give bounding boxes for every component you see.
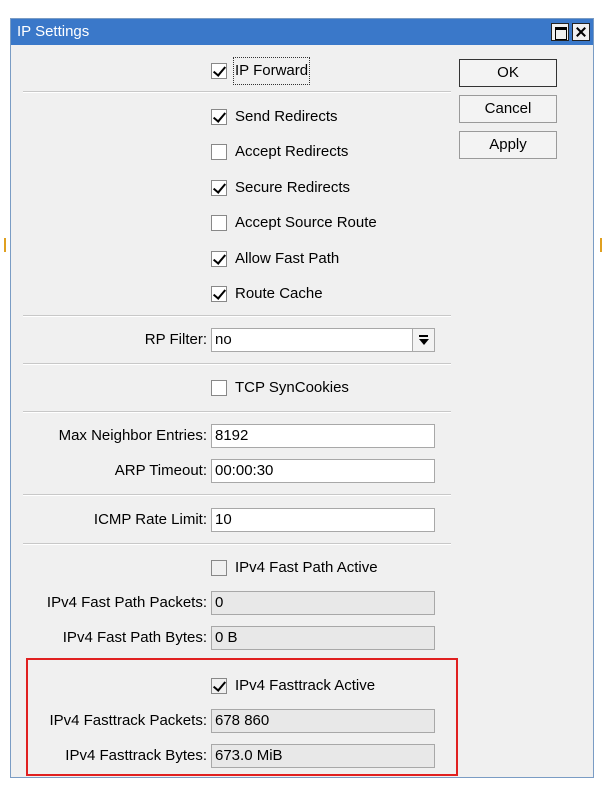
- separator: [23, 363, 451, 365]
- cancel-button[interactable]: Cancel: [459, 95, 557, 123]
- accept-source-route-checkbox[interactable]: [211, 215, 227, 231]
- ip-forward-label: IP Forward: [232, 57, 311, 85]
- rp-filter-value: no: [215, 331, 232, 348]
- allow-fast-path-checkbox[interactable]: [211, 251, 227, 267]
- route-cache-label: Route Cache: [235, 285, 323, 302]
- ipv4-fast-path-active-label: IPv4 Fast Path Active: [235, 559, 378, 576]
- ipv4-fast-path-bytes-row: IPv4 Fast Path Bytes:: [11, 626, 207, 650]
- separator: [23, 411, 451, 413]
- ipv4-fast-path-bytes-label: IPv4 Fast Path Bytes:: [62, 629, 207, 646]
- maximize-icon[interactable]: [551, 23, 569, 41]
- rp-filter-label: RP Filter:: [144, 331, 207, 348]
- max-neighbor-entries-input[interactable]: 8192: [211, 424, 435, 448]
- icmp-rate-limit-input[interactable]: 10: [211, 508, 435, 532]
- window-title: IP Settings: [17, 23, 90, 40]
- ipv4-fast-path-packets-value: 0: [211, 591, 435, 615]
- separator: [23, 91, 451, 93]
- ok-button[interactable]: OK: [459, 59, 557, 87]
- arp-timeout-label: ARP Timeout:: [114, 462, 207, 479]
- icmp-rate-limit-row: ICMP Rate Limit:: [11, 508, 207, 532]
- accept-source-route-label: Accept Source Route: [235, 214, 377, 231]
- rp-filter-row: RP Filter:: [11, 328, 207, 352]
- ipv4-fast-path-active-checkbox: [211, 560, 227, 576]
- allow-fast-path-label: Allow Fast Path: [235, 250, 340, 267]
- separator: [23, 494, 451, 496]
- tcp-syncookies-checkbox[interactable]: [211, 380, 227, 396]
- fasttrack-highlight-box: [26, 658, 458, 776]
- ipv4-fast-path-packets-row: IPv4 Fast Path Packets:: [11, 591, 207, 615]
- arp-timeout-input[interactable]: 00:00:30: [211, 459, 435, 483]
- separator: [23, 315, 451, 317]
- max-neighbor-entries-row: Max Neighbor Entries:: [11, 424, 207, 448]
- secure-redirects-label: Secure Redirects: [235, 179, 351, 196]
- arp-timeout-row: ARP Timeout:: [11, 459, 207, 483]
- accept-redirects-checkbox[interactable]: [211, 144, 227, 160]
- ipv4-fast-path-bytes-value: 0 B: [211, 626, 435, 650]
- window-titlebar[interactable]: IP Settings: [11, 19, 593, 45]
- separator: [23, 543, 451, 545]
- secure-redirects-checkbox[interactable]: [211, 180, 227, 196]
- edge-marker: [4, 238, 6, 252]
- edge-marker: [600, 238, 602, 252]
- route-cache-checkbox[interactable]: [211, 286, 227, 302]
- send-redirects-checkbox[interactable]: [211, 109, 227, 125]
- apply-button[interactable]: Apply: [459, 131, 557, 159]
- ipv4-fast-path-packets-label: IPv4 Fast Path Packets:: [46, 594, 207, 611]
- close-icon[interactable]: [572, 23, 590, 41]
- tcp-syncookies-label: TCP SynCookies: [235, 379, 349, 396]
- ip-forward-checkbox[interactable]: [211, 63, 227, 79]
- rp-filter-select[interactable]: no: [211, 328, 435, 352]
- accept-redirects-label: Accept Redirects: [235, 143, 349, 160]
- send-redirects-label: Send Redirects: [235, 108, 338, 125]
- dropdown-arrow-icon[interactable]: [412, 329, 434, 351]
- max-neighbor-entries-label: Max Neighbor Entries:: [58, 427, 207, 444]
- icmp-rate-limit-label: ICMP Rate Limit:: [93, 511, 207, 528]
